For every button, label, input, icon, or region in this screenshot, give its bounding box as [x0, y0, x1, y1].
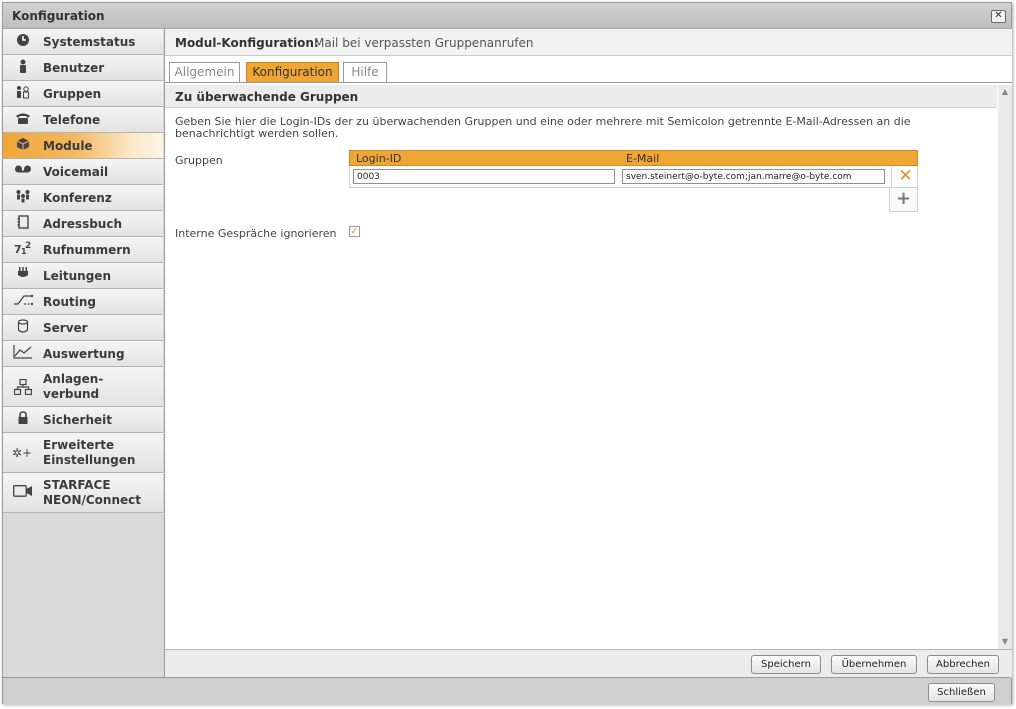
sidebar-item-telefone[interactable]: Telefone	[3, 107, 163, 133]
sidebar-item-rufnummern[interactable]: 712 Rufnummern	[3, 237, 163, 263]
sidebar-item-auswertung[interactable]: Auswertung	[3, 341, 163, 367]
group-icon	[13, 85, 33, 101]
sidebar-item-anlagenverbund[interactable]: Anlagen- verbund	[3, 367, 163, 407]
tab-konfiguration[interactable]: Konfiguration	[246, 62, 339, 82]
section-title: Zu überwachende Gruppen	[175, 90, 359, 104]
ignore-internal-calls-checkbox[interactable]: ✓	[349, 226, 360, 237]
ignore-internal-calls-label: Interne Gespräche ignorieren	[175, 227, 337, 240]
sidebar-item-label: Rufnummern	[43, 243, 131, 257]
sidebar-item-module[interactable]: Module	[3, 133, 163, 159]
plug-icon	[13, 267, 33, 283]
sidebar-item-konferenz[interactable]: Konferenz	[3, 185, 163, 211]
checkmark-icon: ✓	[350, 226, 359, 237]
module-config-header: Modul-Konfiguration: Mail bei verpassten…	[165, 29, 1012, 56]
sidebar-item-label: Anlagen- verbund	[43, 372, 104, 401]
close-button[interactable]: Schließen	[928, 683, 995, 702]
groups-label: Gruppen	[175, 154, 223, 167]
column-header-email: E-Mail	[626, 152, 660, 165]
sidebar-item-label: Gruppen	[43, 87, 102, 101]
groups-table-header: Login-ID E-Mail	[349, 150, 918, 166]
user-icon	[13, 59, 33, 75]
cancel-button[interactable]: Abbrechen	[927, 655, 999, 674]
main-panel: Modul-Konfiguration: Mail bei verpassten…	[165, 29, 1012, 678]
sidebar-item-voicemail[interactable]: Voicemail	[3, 159, 163, 185]
chart-icon	[13, 345, 33, 361]
add-row-icon[interactable]: +	[889, 188, 918, 212]
routing-icon	[13, 293, 34, 309]
camera-icon	[13, 485, 33, 501]
advanced-settings-icon: ✲+	[11, 446, 33, 460]
apply-button[interactable]: Übernehmen	[831, 655, 917, 674]
sidebar-item-label: Adressbuch	[43, 217, 123, 231]
sidebar-item-sicherheit[interactable]: Sicherheit	[3, 407, 163, 433]
vertical-scrollbar[interactable]: ▲ ▼	[998, 85, 1012, 649]
sidebar-item-label: Server	[43, 321, 88, 335]
voicemail-icon	[13, 163, 33, 179]
sidebar-item-adressbuch[interactable]: Adressbuch	[3, 211, 163, 237]
sidebar-item-label: Auswertung	[43, 347, 125, 361]
sidebar-item-server[interactable]: Server	[3, 315, 163, 341]
sidebar-item-leitungen[interactable]: Leitungen	[3, 263, 163, 289]
configuration-window: Konfiguration ✕ Systemstatus Benutzer Gr…	[2, 2, 1012, 705]
module-config-label: Modul-Konfiguration:	[175, 36, 319, 50]
tab-allgemein[interactable]: Allgemein	[169, 62, 240, 82]
section-description: Geben Sie hier die Login-IDs der zu über…	[175, 115, 911, 140]
phone-icon	[13, 111, 33, 127]
login-id-input[interactable]	[353, 169, 615, 184]
main-footer: Speichern Übernehmen Abbrechen	[165, 649, 1012, 678]
sidebar-item-routing[interactable]: Routing	[3, 289, 163, 315]
lock-icon	[13, 411, 33, 427]
sidebar-item-label: STARFACE NEON/Connect	[43, 478, 141, 507]
save-button[interactable]: Speichern	[751, 655, 821, 674]
sidebar-nav: Systemstatus Benutzer Gruppen Telefone M…	[3, 29, 165, 677]
addressbook-icon	[13, 215, 33, 231]
scroll-up-icon[interactable]: ▲	[998, 85, 1012, 99]
sidebar-item-label: Voicemail	[43, 165, 109, 179]
sidebar-item-erweiterte-einstellungen[interactable]: ✲+ Erweiterte Einstellungen	[3, 433, 163, 473]
numbers-icon: 712	[13, 241, 33, 257]
sidebar-item-label: Module	[43, 139, 93, 153]
sidebar-item-label: Systemstatus	[43, 35, 136, 49]
network-icon	[13, 378, 33, 396]
module-name: Mail bei verpassten Gruppenanrufen	[314, 36, 534, 50]
sidebar-item-gruppen[interactable]: Gruppen	[3, 81, 163, 107]
remove-row-icon[interactable]: ✕	[891, 167, 919, 187]
tab-bar: Allgemein Konfiguration Hilfe	[165, 56, 1012, 83]
table-row: ✕	[349, 166, 918, 188]
email-input[interactable]	[622, 169, 885, 184]
window-titlebar: Konfiguration ✕	[3, 3, 1011, 29]
sidebar-item-systemstatus[interactable]: Systemstatus	[3, 29, 163, 55]
sidebar-item-label: Sicherheit	[43, 413, 112, 427]
sidebar-item-label: Leitungen	[43, 269, 111, 283]
sidebar-item-label: Telefone	[43, 113, 101, 127]
column-header-login-id: Login-ID	[356, 152, 402, 165]
svg-text:2: 2	[25, 241, 31, 251]
window-bottom-bar: Schließen	[3, 677, 1011, 705]
sidebar-item-starface-neon-connect[interactable]: STARFACE NEON/Connect	[3, 473, 163, 513]
sidebar-item-benutzer[interactable]: Benutzer	[3, 55, 163, 81]
close-icon: ✕	[994, 10, 1003, 21]
section-header: Zu überwachende Gruppen	[165, 85, 997, 108]
conference-icon	[13, 189, 33, 205]
sidebar-item-label: Routing	[43, 295, 97, 309]
cube-icon	[13, 137, 33, 153]
close-window-button[interactable]: ✕	[991, 10, 1006, 23]
clock-icon	[13, 33, 33, 49]
tab-hilfe[interactable]: Hilfe	[343, 62, 387, 82]
window-title: Konfiguration	[12, 9, 105, 23]
groups-table: Login-ID E-Mail ✕ +	[349, 150, 918, 214]
scroll-down-icon[interactable]: ▼	[998, 635, 1012, 649]
sidebar-item-label: Konferenz	[43, 191, 112, 205]
sidebar-item-label: Erweiterte Einstellungen	[43, 438, 136, 467]
server-icon	[13, 319, 33, 335]
sidebar-item-label: Benutzer	[43, 61, 105, 75]
